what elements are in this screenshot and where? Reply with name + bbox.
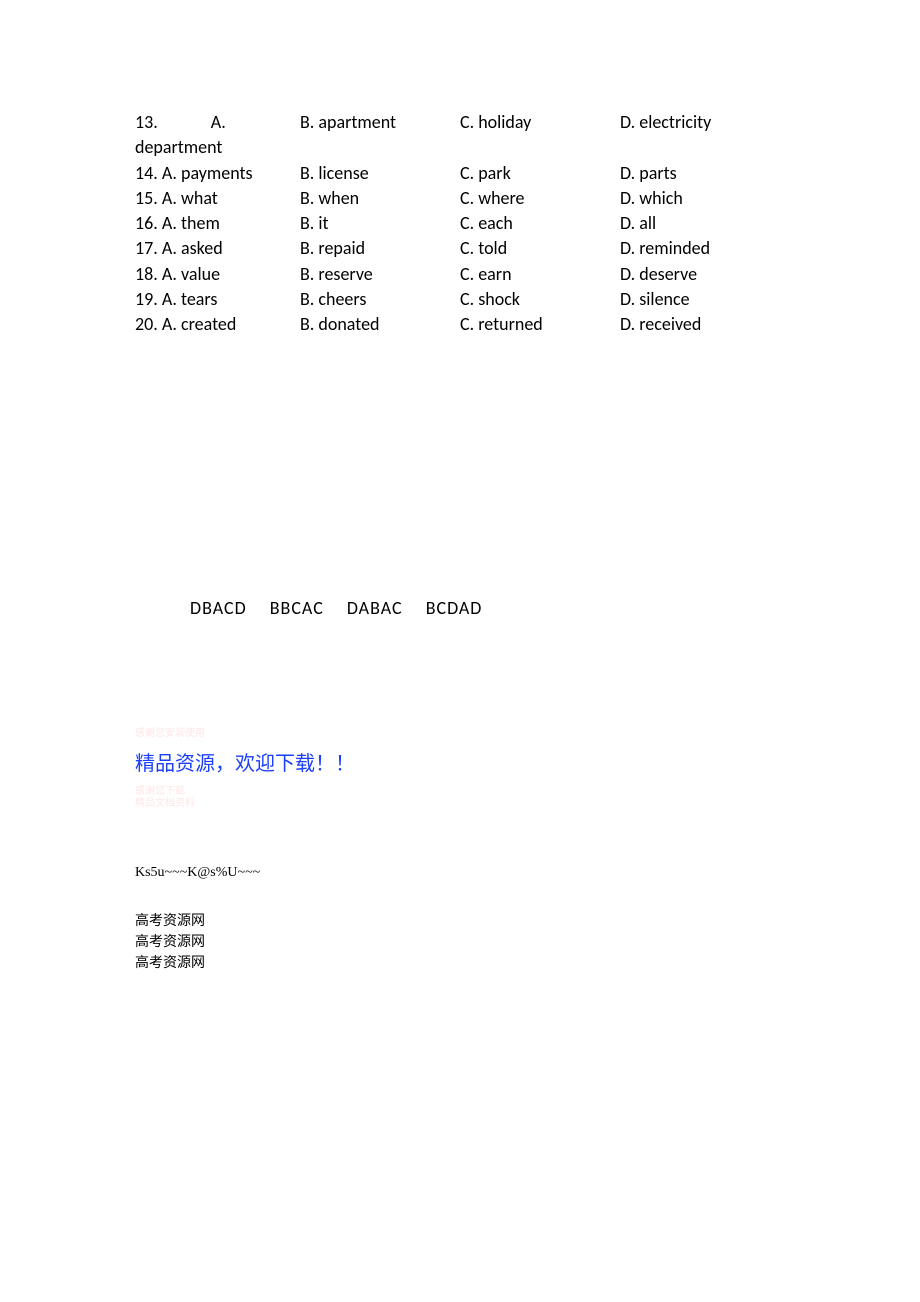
q18-num: 18. xyxy=(135,263,158,285)
watermark-text-1: 感谢您安装使用 xyxy=(135,724,790,739)
q15-col-a: 15. A. what xyxy=(135,186,300,210)
q19-col-b: B. cheers xyxy=(300,287,460,311)
q13-col-a-line2: department xyxy=(135,135,300,159)
q14-num: 14. xyxy=(135,162,158,184)
watermark-text-2-line1: 感谢您下载 xyxy=(135,786,790,798)
q16-col-c: C. each xyxy=(460,211,620,235)
q16-col-b: B. it xyxy=(300,211,460,235)
q18-col-c: C. earn xyxy=(460,262,620,286)
q14-col-c: C. park xyxy=(460,161,620,185)
q20-col-c: C. returned xyxy=(460,312,620,336)
q13-col-d: D. electricity xyxy=(620,110,780,134)
q17-col-b: B. repaid xyxy=(300,236,460,260)
q16-col-d: D. all xyxy=(620,211,780,235)
blank xyxy=(460,135,620,159)
q13-col-b: B. apartment xyxy=(300,110,460,134)
q14-a: A. payments xyxy=(162,162,253,184)
q17-num: 17. xyxy=(135,237,158,259)
footer-line-1: 高考资源网 xyxy=(135,911,790,932)
q17-col-a: 17. A. asked xyxy=(135,236,300,260)
q14-col-b: B. license xyxy=(300,161,460,185)
q19-col-c: C. shock xyxy=(460,287,620,311)
q16-col-a: 16. A. them xyxy=(135,211,300,235)
footer-repeat: 高考资源网 高考资源网 高考资源网 xyxy=(135,911,790,974)
q15-col-b: B. when xyxy=(300,186,460,210)
q18-a: A. value xyxy=(162,263,220,285)
answer-group-1: DBACD xyxy=(190,597,247,619)
q19-num: 19. xyxy=(135,288,158,310)
q18-col-b: B. reserve xyxy=(300,262,460,286)
q20-col-d: D. received xyxy=(620,312,780,336)
q19-a: A. tears xyxy=(162,288,218,310)
q14-col-a: 14. A. payments xyxy=(135,161,300,185)
code-text: Ks5u~~~K@s%U~~~ xyxy=(135,865,790,881)
q15-a: A. what xyxy=(162,187,218,209)
q13-col-c: C. holiday xyxy=(460,110,620,134)
answer-group-3: DABAC xyxy=(347,597,403,619)
q16-num: 16. xyxy=(135,212,158,234)
answer-group-2: BBCAC xyxy=(270,597,324,619)
q15-col-d: D. which xyxy=(620,186,780,210)
q17-a: A. asked xyxy=(162,237,223,259)
q14-col-d: D. parts xyxy=(620,161,780,185)
blank xyxy=(300,135,460,159)
answer-group-4: BCDAD xyxy=(426,597,483,619)
watermark-text-2: 感谢您下载 精品文档资料 xyxy=(135,786,790,810)
q19-col-a: 19. A. tears xyxy=(135,287,300,311)
q15-col-c: C. where xyxy=(460,186,620,210)
q13-num: 13. xyxy=(135,111,158,133)
q18-col-d: D. deserve xyxy=(620,262,780,286)
q17-col-d: D. reminded xyxy=(620,236,780,260)
q18-col-a: 18. A. value xyxy=(135,262,300,286)
q20-num: 20. xyxy=(135,313,158,335)
blank xyxy=(620,135,780,159)
q15-num: 15. xyxy=(135,187,158,209)
footer-line-2: 高考资源网 xyxy=(135,932,790,953)
q13-col-a-line1: 13. A. xyxy=(135,110,300,134)
footer-line-3: 高考资源网 xyxy=(135,953,790,974)
answer-key: DBACD BBCAC DABAC BCDAD xyxy=(135,597,790,619)
watermark-text-2-line2: 精品文档资料 xyxy=(135,798,790,810)
q20-col-b: B. donated xyxy=(300,312,460,336)
q20-a: A. created xyxy=(162,313,236,335)
promo-text: 精品资源，欢迎下载！！ xyxy=(135,747,790,776)
q17-col-c: C. told xyxy=(460,236,620,260)
q16-a: A. them xyxy=(162,212,220,234)
q20-col-a: 20. A. created xyxy=(135,312,300,336)
q19-col-d: D. silence xyxy=(620,287,780,311)
options-table: 13. A. B. apartment C. holiday D. electr… xyxy=(135,110,790,337)
